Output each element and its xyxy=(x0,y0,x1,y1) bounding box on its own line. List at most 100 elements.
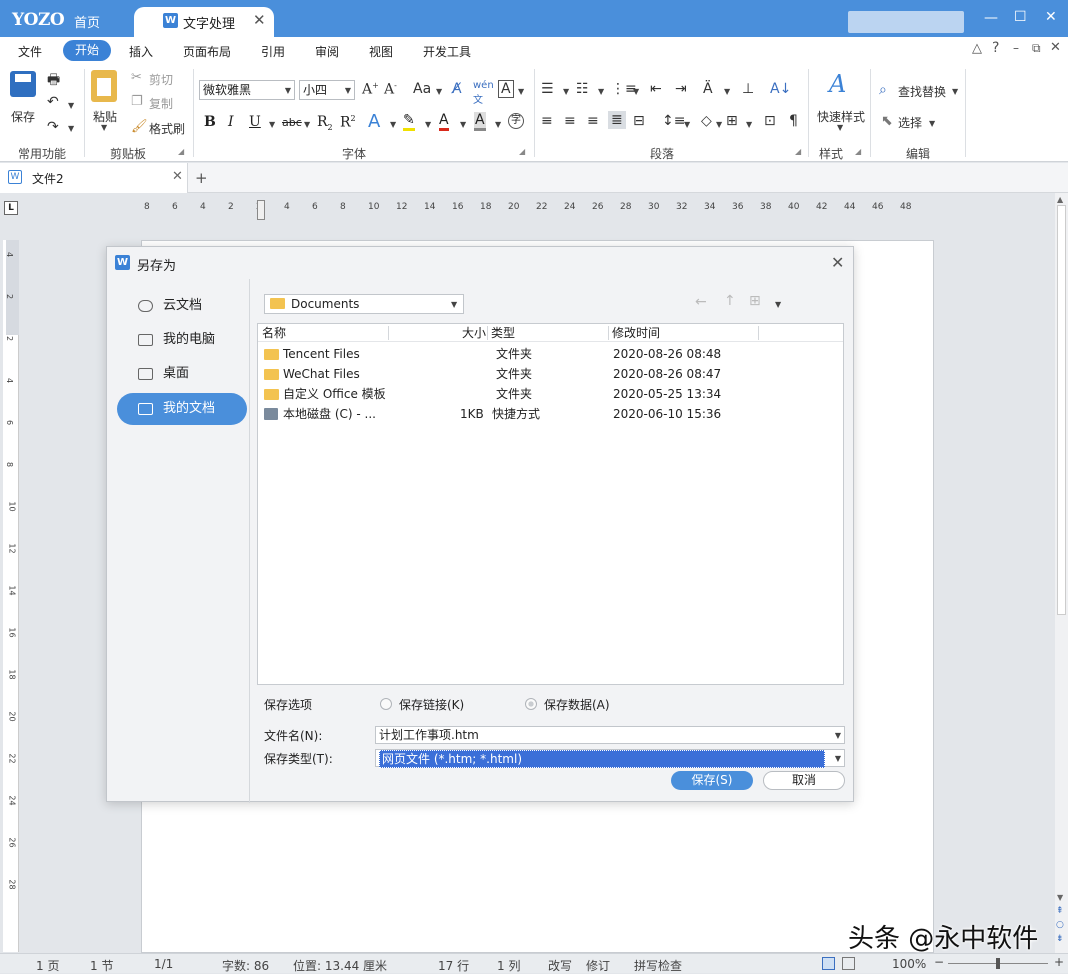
paste-icon[interactable] xyxy=(91,70,117,102)
align-center-icon[interactable]: ≡ xyxy=(564,113,576,129)
column-modified[interactable]: 修改时间 xyxy=(612,324,660,342)
close-tab-icon[interactable]: ✕ xyxy=(253,11,266,29)
zoom-out-icon[interactable]: − xyxy=(934,955,944,969)
menu-developer[interactable]: 开发工具 xyxy=(423,43,471,60)
enclose-char-icon[interactable]: 字 xyxy=(508,113,524,129)
redo-dropdown-icon[interactable]: ▼ xyxy=(68,124,74,133)
column-name[interactable]: 名称 xyxy=(262,324,286,342)
dialog-launcher-icon[interactable]: ◢ xyxy=(519,147,525,156)
scroll-down-icon[interactable]: ▼ xyxy=(1057,893,1063,902)
para-settings-icon[interactable]: ⊡ xyxy=(764,113,776,129)
char-shading-dropdown-icon[interactable]: ▼ xyxy=(495,120,501,129)
find-replace-icon[interactable]: ⌕ xyxy=(879,82,887,98)
view-mode-dropdown-icon[interactable]: ▼ xyxy=(775,300,781,309)
font-color-dropdown-icon[interactable]: ▼ xyxy=(460,120,466,129)
nav-cloud-docs[interactable]: 云文档 xyxy=(117,290,247,322)
chinese-layout-dropdown-icon[interactable]: ▼ xyxy=(724,87,730,96)
doc-restore-icon[interactable]: ⧉ xyxy=(1032,41,1041,56)
distribute-icon[interactable]: ⊟ xyxy=(633,113,645,129)
bullets-icon[interactable]: ☰ xyxy=(541,81,554,97)
underline-icon[interactable]: U xyxy=(249,114,261,130)
page-view-icon[interactable] xyxy=(822,957,835,970)
redo-icon[interactable]: ↷ xyxy=(47,119,59,135)
file-list[interactable]: 名称 大小 类型 修改时间 Tencent Files 文件夹 2020-08-… xyxy=(257,323,844,685)
align-right-icon[interactable]: ≡ xyxy=(587,113,599,129)
browse-object-icon[interactable]: ○ xyxy=(1056,920,1064,930)
bold-icon[interactable]: B xyxy=(204,114,216,130)
tab-stop-selector[interactable]: L xyxy=(4,201,18,215)
multilevel-dropdown-icon[interactable]: ▼ xyxy=(633,87,639,96)
close-window-icon[interactable]: ✕ xyxy=(1045,9,1057,25)
line-spacing-icon[interactable]: ↕≡ xyxy=(662,113,685,129)
next-page-icon[interactable]: ⇟ xyxy=(1056,934,1064,944)
superscript-icon[interactable]: R2 xyxy=(340,114,356,131)
prev-page-icon[interactable]: ⇞ xyxy=(1056,906,1064,916)
menu-page-layout[interactable]: 页面布局 xyxy=(183,43,231,60)
text-effect-icon[interactable]: A xyxy=(368,111,380,132)
nav-my-computer[interactable]: 我的电脑 xyxy=(117,324,247,356)
menu-references[interactable]: 引用 xyxy=(261,43,285,60)
doc-minimize-icon[interactable]: – xyxy=(1013,41,1019,55)
char-border-dropdown-icon[interactable]: ▼ xyxy=(518,87,524,96)
zoom-in-icon[interactable]: + xyxy=(1054,955,1064,969)
new-tab-button[interactable]: + xyxy=(195,169,208,187)
scroll-up-icon[interactable]: ▲ xyxy=(1057,195,1063,204)
file-row[interactable]: Tencent Files 文件夹 2020-08-26 08:48 xyxy=(258,344,843,364)
chinese-layout-icon[interactable]: Ä xyxy=(703,81,713,97)
select-pointer-icon[interactable]: ⬉ xyxy=(881,113,893,129)
status-pages[interactable]: 1/1 xyxy=(154,957,173,971)
minimize-icon[interactable]: — xyxy=(984,10,998,26)
borders-icon[interactable]: ⊞ xyxy=(726,113,738,129)
copy-button[interactable]: 复制 xyxy=(149,95,173,112)
back-icon[interactable]: ← xyxy=(695,294,707,310)
phonetic-guide-icon[interactable]: wén 文 xyxy=(473,80,494,106)
web-view-icon[interactable] xyxy=(842,957,855,970)
status-overwrite[interactable]: 改写 xyxy=(548,957,572,974)
status-position[interactable]: 位置: 13.44 厘米 xyxy=(293,957,387,974)
undo-dropdown-icon[interactable]: ▼ xyxy=(68,101,74,110)
underline-dropdown-icon[interactable]: ▼ xyxy=(269,120,275,129)
menu-review[interactable]: 审阅 xyxy=(315,43,339,60)
cancel-button[interactable]: 取消 xyxy=(763,771,845,790)
account-area[interactable] xyxy=(848,11,964,33)
text-effect-dropdown-icon[interactable]: ▼ xyxy=(390,120,396,129)
char-border-icon[interactable]: A xyxy=(498,80,514,98)
view-mode-icon[interactable]: ⊞ xyxy=(749,293,761,309)
file-row[interactable]: 本地磁盘 (C) - ... 1KB 快捷方式 2020-06-10 15:36 xyxy=(258,404,843,424)
find-dropdown-icon[interactable]: ▼ xyxy=(952,87,958,96)
paste-dropdown-icon[interactable]: ▼ xyxy=(101,123,107,132)
column-size[interactable]: 大小 xyxy=(462,324,486,342)
align-left-icon[interactable]: ≡ xyxy=(541,113,553,129)
menu-start[interactable]: 开始 xyxy=(63,40,111,61)
numbering-dropdown-icon[interactable]: ▼ xyxy=(598,87,604,96)
font-name-combo[interactable]: 微软雅黑 ▼ xyxy=(199,80,295,100)
print-icon[interactable]: 🖶 xyxy=(47,69,60,93)
line-break-icon[interactable]: ⊥ xyxy=(742,81,754,97)
up-folder-icon[interactable]: ↑ xyxy=(724,293,736,309)
bullets-dropdown-icon[interactable]: ▼ xyxy=(563,87,569,96)
strikethrough-dropdown-icon[interactable]: ▼ xyxy=(304,120,310,129)
format-painter-button[interactable]: 格式刷 xyxy=(149,120,185,137)
chevron-down-icon[interactable]: ▼ xyxy=(835,728,841,744)
collapse-ribbon-icon[interactable]: △ xyxy=(972,41,982,56)
tab-home[interactable]: 首页 xyxy=(74,12,100,31)
shrink-font-icon[interactable]: A- xyxy=(384,81,397,98)
status-row[interactable]: 17 行 xyxy=(438,957,469,974)
nav-my-documents[interactable]: 我的文档 xyxy=(117,393,247,425)
nav-desktop[interactable]: 桌面 xyxy=(117,358,247,390)
status-page[interactable]: 1 页 xyxy=(36,957,59,974)
find-replace-button[interactable]: 查找替换 xyxy=(898,83,946,100)
vertical-ruler[interactable]: 4 2 2 4 6 8 10 12 14 16 18 20 22 24 26 28 xyxy=(3,240,19,952)
highlight-icon[interactable]: ✎ xyxy=(403,112,415,131)
subscript-icon[interactable]: R2 xyxy=(317,114,333,132)
chevron-down-icon[interactable]: ▼ xyxy=(835,751,841,767)
numbering-icon[interactable]: ☷ xyxy=(576,81,589,97)
status-words[interactable]: 字数: 86 xyxy=(222,957,269,974)
scrollbar-thumb[interactable] xyxy=(1057,205,1066,615)
save-button[interactable]: 保存(S) xyxy=(671,771,753,790)
select-button[interactable]: 选择 xyxy=(898,114,922,131)
indent-marker[interactable] xyxy=(257,200,265,220)
menu-insert[interactable]: 插入 xyxy=(129,43,153,60)
strikethrough-icon[interactable]: abc xyxy=(282,116,302,129)
file-row[interactable]: WeChat Files 文件夹 2020-08-26 08:47 xyxy=(258,364,843,384)
